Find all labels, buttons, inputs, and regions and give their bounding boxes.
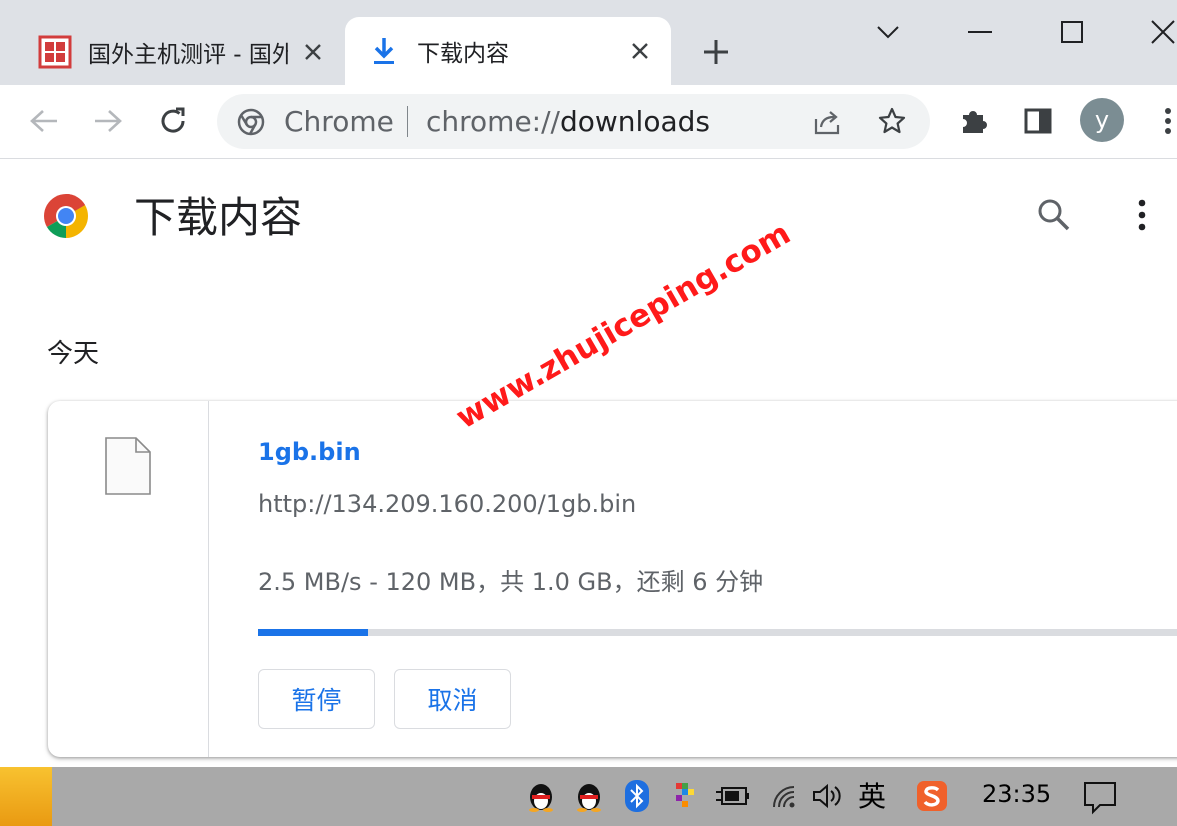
side-panel-icon[interactable]: [1020, 103, 1056, 139]
close-tab-icon[interactable]: [627, 38, 653, 64]
more-options-icon[interactable]: [1128, 197, 1156, 233]
reload-icon[interactable]: [155, 103, 191, 139]
address-bar[interactable]: Chrome chrome://downloads: [217, 94, 930, 149]
taskbar-clock[interactable]: 23:35: [982, 780, 1051, 808]
qq-penguin-icon[interactable]: [572, 779, 606, 813]
notification-center-icon[interactable]: [1080, 777, 1120, 817]
date-group-header: 今天: [47, 339, 100, 369]
tab-strip: 国外主机测评 - 国外 下载内容: [0, 0, 1177, 85]
minimize-icon[interactable]: [962, 14, 998, 50]
toolbar: Chrome chrome://downloads y: [0, 85, 1177, 159]
file-url: http://134.209.160.200/1gb.bin: [258, 490, 637, 518]
card-divider: [208, 401, 209, 757]
share-icon[interactable]: [813, 107, 843, 137]
download-icon: [367, 34, 401, 68]
page-title: 下载内容: [134, 193, 303, 242]
url-scheme: chrome://: [426, 105, 560, 138]
qq-penguin-icon[interactable]: [524, 779, 558, 813]
ime-language-indicator[interactable]: 英: [858, 775, 886, 815]
chrome-logo-icon: [44, 194, 88, 238]
pause-button[interactable]: 暂停: [258, 669, 375, 729]
maximize-icon[interactable]: [1054, 14, 1090, 50]
taskbar: 英 23:35: [0, 767, 1177, 826]
tab-zhujiceping[interactable]: 国外主机测评 - 国外: [20, 18, 335, 85]
url-path: downloads: [559, 105, 710, 138]
back-arrow-icon[interactable]: [26, 103, 62, 139]
chrome-icon: [237, 108, 265, 136]
download-progress-bar: [258, 629, 1177, 636]
profile-avatar[interactable]: y: [1080, 98, 1124, 142]
sogou-ime-icon[interactable]: [915, 779, 949, 813]
tab-title: 国外主机测评 - 国外: [88, 41, 288, 68]
download-item-card: 1gb.bin http://134.209.160.200/1gb.bin 2…: [48, 401, 1177, 757]
close-tab-icon[interactable]: [300, 39, 326, 65]
extensions-puzzle-icon[interactable]: [956, 103, 992, 139]
cancel-button[interactable]: 取消: [394, 669, 511, 729]
app-tray-icon[interactable]: [668, 779, 702, 813]
tab-title: 下载内容: [417, 41, 509, 67]
download-progress-fill: [258, 629, 369, 636]
bookmark-star-icon[interactable]: [877, 106, 907, 136]
bluetooth-icon[interactable]: [620, 779, 654, 813]
file-name-link[interactable]: 1gb.bin: [258, 438, 361, 466]
file-icon: [105, 437, 151, 495]
wifi-icon[interactable]: [768, 779, 802, 813]
omnibox-chip: Chrome: [284, 105, 394, 138]
omnibox-url[interactable]: chrome://downloads: [426, 105, 710, 138]
volume-icon[interactable]: [810, 779, 844, 813]
battery-icon[interactable]: [716, 779, 750, 813]
tab-downloads[interactable]: 下载内容: [345, 17, 671, 85]
site-seal-icon: [38, 35, 72, 69]
new-tab-icon[interactable]: [700, 36, 732, 68]
download-status: 2.5 MB/s - 120 MB，共 1.0 GB，还剩 6 分钟: [258, 568, 764, 596]
chrome-menu-icon[interactable]: [1150, 103, 1177, 139]
search-icon[interactable]: [1036, 197, 1072, 233]
close-window-icon[interactable]: [1145, 14, 1177, 50]
start-button[interactable]: [0, 767, 52, 826]
forward-arrow-icon[interactable]: [90, 103, 126, 139]
omnibox-divider: [407, 106, 408, 137]
tab-search-chevron-icon[interactable]: [870, 14, 906, 50]
